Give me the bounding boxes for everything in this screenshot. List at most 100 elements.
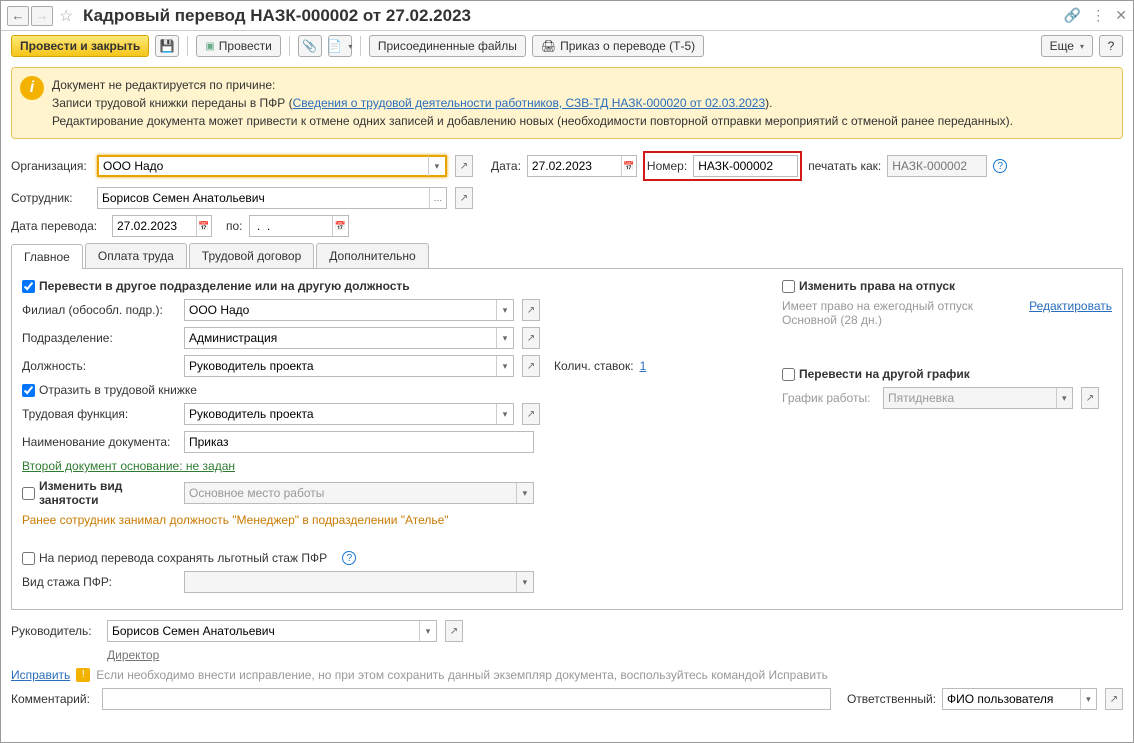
- dropdown-icon[interactable]: ▾: [496, 328, 513, 348]
- print-as-input[interactable]: [888, 157, 986, 175]
- notice-line3: Редактирование документа может привести …: [52, 112, 1112, 130]
- filial-input[interactable]: [185, 301, 496, 319]
- chk-vacation[interactable]: Изменить права на отпуск: [782, 279, 955, 293]
- select-icon[interactable]: …: [429, 188, 446, 208]
- date-field[interactable]: 📅: [527, 155, 637, 177]
- dept-field[interactable]: ▾: [184, 327, 514, 349]
- dropdown-icon[interactable]: ▾: [496, 356, 513, 376]
- chk-employment-box[interactable]: [22, 487, 35, 500]
- chk-vacation-label: Изменить права на отпуск: [799, 279, 955, 293]
- chk-workbook-box[interactable]: [22, 384, 35, 397]
- dropdown-icon[interactable]: ▾: [428, 156, 445, 176]
- rates-link[interactable]: 1: [640, 359, 647, 373]
- open-icon[interactable]: ↗: [1081, 387, 1099, 409]
- open-icon[interactable]: ↗: [522, 299, 540, 321]
- help-icon[interactable]: ?: [993, 159, 1007, 173]
- chk-schedule-label: Перевести на другой график: [799, 367, 970, 381]
- func-input[interactable]: [185, 405, 496, 423]
- second-doc-link[interactable]: Второй документ основание: не задан: [22, 459, 235, 473]
- calendar-icon[interactable]: 📅: [196, 216, 211, 236]
- responsible-input[interactable]: [943, 690, 1080, 708]
- open-icon[interactable]: ↗: [522, 355, 540, 377]
- open-icon[interactable]: ↗: [522, 327, 540, 349]
- back-button[interactable]: ←: [7, 6, 29, 26]
- tab-payment[interactable]: Оплата труда: [85, 243, 187, 268]
- chk-schedule-box[interactable]: [782, 368, 795, 381]
- employee-input[interactable]: [98, 189, 429, 207]
- attached-files-button[interactable]: Присоединенные файлы: [369, 35, 526, 57]
- dropdown-icon[interactable]: ▾: [419, 621, 436, 641]
- func-field[interactable]: ▾: [184, 403, 514, 425]
- comment-input[interactable]: [103, 690, 830, 708]
- favorite-icon[interactable]: ☆: [59, 6, 79, 26]
- tab-contract[interactable]: Трудовой договор: [189, 243, 314, 268]
- menu-icon[interactable]: ⋮: [1091, 7, 1105, 24]
- docname-field[interactable]: [184, 431, 534, 453]
- notice-link[interactable]: Сведения о трудовой деятельности работни…: [293, 96, 766, 110]
- responsible-field[interactable]: ▾: [942, 688, 1097, 710]
- docname-input[interactable]: [185, 433, 533, 451]
- dropdown-icon[interactable]: ▾: [516, 483, 533, 503]
- forward-button[interactable]: →: [31, 6, 53, 26]
- post-button[interactable]: ▣Провести: [196, 35, 281, 57]
- more-button[interactable]: Еще: [1041, 35, 1093, 57]
- fix-link[interactable]: Исправить: [11, 668, 70, 682]
- to-date-field[interactable]: 📅: [249, 215, 349, 237]
- position-field[interactable]: ▾: [184, 355, 514, 377]
- tab-main[interactable]: Главное: [11, 244, 83, 269]
- chk-workbook[interactable]: Отразить в трудовой книжке: [22, 383, 197, 397]
- head-field[interactable]: ▾: [107, 620, 437, 642]
- open-icon[interactable]: ↗: [445, 620, 463, 642]
- chk-transfer[interactable]: Перевести в другое подразделение или на …: [22, 279, 410, 293]
- number-input[interactable]: [694, 157, 797, 175]
- edit-vacation-link[interactable]: Редактировать: [1029, 299, 1112, 313]
- org-input[interactable]: [99, 157, 428, 175]
- post-and-close-button[interactable]: Провести и закрыть: [11, 35, 149, 57]
- open-icon[interactable]: ↗: [522, 403, 540, 425]
- head-input[interactable]: [108, 622, 419, 640]
- attach-button[interactable]: 📎: [298, 35, 322, 57]
- print-as-field[interactable]: [887, 155, 987, 177]
- chk-pfr[interactable]: На период перевода сохранять льготный ст…: [22, 551, 327, 565]
- notice-line1: Документ не редактируется по причине:: [52, 76, 1112, 94]
- to-date-input[interactable]: [250, 217, 333, 235]
- notice-text: Записи трудовой книжки переданы в ПФР (: [52, 96, 293, 110]
- dropdown-icon[interactable]: ▾: [496, 404, 513, 424]
- filial-field[interactable]: ▾: [184, 299, 514, 321]
- dropdown-icon[interactable]: ▾: [1080, 689, 1096, 709]
- chk-vacation-box[interactable]: [782, 280, 795, 293]
- dept-input[interactable]: [185, 329, 496, 347]
- fix-note: Если необходимо внести исправление, но п…: [96, 668, 828, 682]
- dropdown-icon[interactable]: ▾: [516, 572, 533, 592]
- open-icon[interactable]: ↗: [1105, 688, 1123, 710]
- func-label: Трудовая функция:: [22, 407, 178, 421]
- dropdown-icon[interactable]: ▾: [1056, 388, 1072, 408]
- chk-schedule[interactable]: Перевести на другой график: [782, 367, 970, 381]
- save-button[interactable]: 💾: [155, 35, 179, 57]
- org-field[interactable]: ▾: [97, 155, 447, 177]
- position-input[interactable]: [185, 357, 496, 375]
- chk-transfer-box[interactable]: [22, 280, 35, 293]
- link-icon[interactable]: 🔗: [1064, 7, 1081, 24]
- transfer-order-button[interactable]: 🖨Приказ о переводе (Т-5): [532, 35, 704, 57]
- comment-field[interactable]: [102, 688, 831, 710]
- calendar-icon[interactable]: 📅: [621, 156, 636, 176]
- transfer-date-input[interactable]: [113, 217, 196, 235]
- create-based-button[interactable]: 📄: [328, 35, 352, 57]
- employee-field[interactable]: …: [97, 187, 447, 209]
- head-role-link[interactable]: Директор: [107, 648, 159, 662]
- tab-additional[interactable]: Дополнительно: [316, 243, 428, 268]
- number-field[interactable]: [693, 155, 798, 177]
- date-input[interactable]: [528, 157, 621, 175]
- help-icon[interactable]: ?: [342, 551, 356, 565]
- transfer-date-field[interactable]: 📅: [112, 215, 212, 237]
- help-button[interactable]: ?: [1099, 35, 1123, 57]
- dropdown-icon[interactable]: ▾: [496, 300, 513, 320]
- close-icon[interactable]: ✕: [1115, 7, 1127, 24]
- chk-pfr-box[interactable]: [22, 552, 35, 565]
- chk-employment[interactable]: Изменить вид занятости: [22, 479, 178, 507]
- open-icon[interactable]: ↗: [455, 187, 473, 209]
- prev-position-note: Ранее сотрудник занимал должность "Менед…: [22, 513, 449, 527]
- calendar-icon[interactable]: 📅: [332, 216, 347, 236]
- open-icon[interactable]: ↗: [455, 155, 473, 177]
